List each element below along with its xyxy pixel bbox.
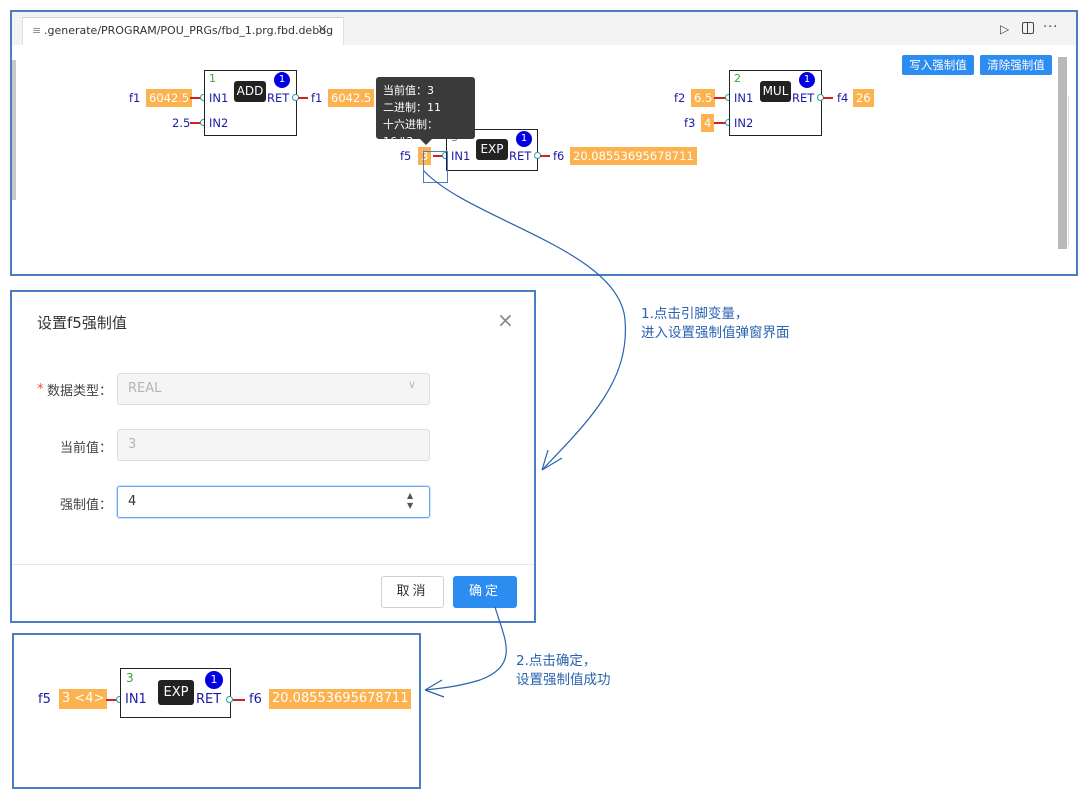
step1-line1: 1.点击引脚变量， [641, 306, 749, 322]
step1-arrow-curve [423, 170, 626, 471]
step2-line2: 设置强制值成功 [516, 672, 611, 688]
step1-annotation: 1.点击引脚变量， 进入设置强制值弹窗界面 [641, 305, 790, 343]
step2-arrow-curve [424, 606, 507, 691]
step2-line1: 2.点击确定， [516, 653, 597, 669]
step2-annotation: 2.点击确定， 设置强制值成功 [516, 652, 611, 690]
step1-line2: 进入设置强制值弹窗界面 [641, 325, 790, 341]
